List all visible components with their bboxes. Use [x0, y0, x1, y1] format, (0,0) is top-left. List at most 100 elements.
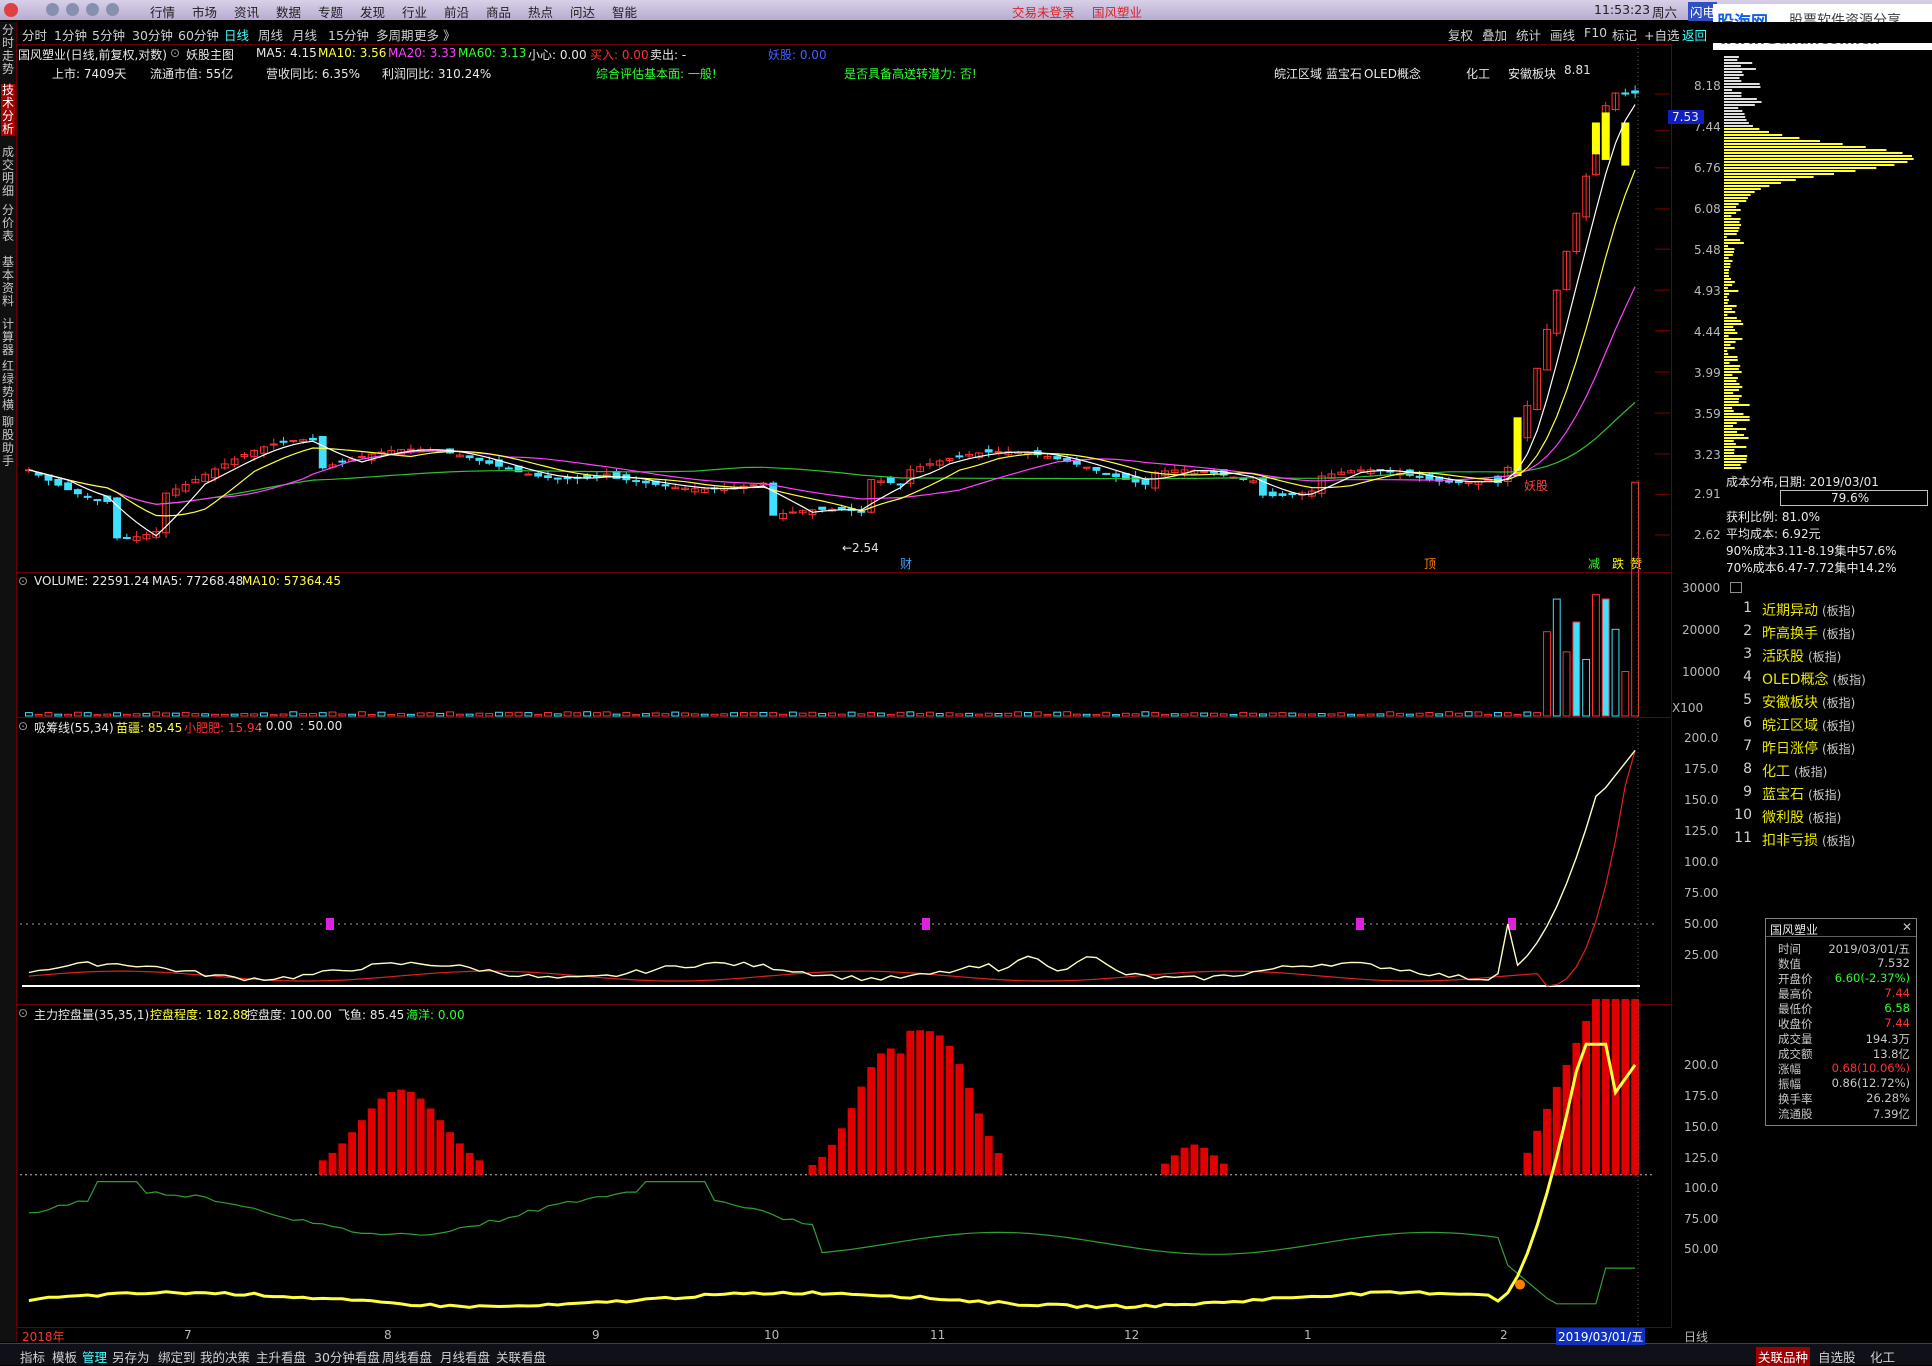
bottom-right-2[interactable]: 化工: [1870, 1347, 1895, 1366]
volume-bar: [730, 712, 738, 717]
kongpan-bar: [916, 1030, 925, 1175]
price-tick-9: 3.23: [1694, 448, 1721, 462]
sector-list: 1 近期异动 (板指) 2 昨高换手 (板指) 3 活跃股 (板指) 4 OLED概念 (板指) 5 安徽…: [1730, 600, 1930, 860]
volume-bar: [1572, 621, 1581, 717]
chip-bar: [1724, 437, 1749, 439]
close-icon[interactable]: ✕: [1902, 920, 1912, 934]
bottom-tab-8[interactable]: 周线看盘: [382, 1347, 432, 1366]
volume-bar: [220, 713, 229, 717]
chip-bar: [1724, 338, 1743, 340]
volume-bar: [1082, 713, 1091, 717]
kongpan-bar: [965, 1087, 974, 1175]
sector-name: 扣非亏损 (板指): [1762, 833, 1856, 849]
candle-body: [318, 435, 327, 469]
chip-bar: [1724, 449, 1735, 451]
chip-bar: [1724, 224, 1742, 226]
chip-bar: [1724, 176, 1814, 178]
sector-tag: (板指): [1808, 650, 1842, 664]
chip-bar: [1724, 71, 1743, 73]
volume-bar: [700, 713, 709, 717]
date-tick-0: 2018年: [22, 1330, 65, 1344]
chip-bar: [1724, 440, 1734, 442]
volume-bar: [1523, 711, 1532, 717]
volume-bar: [73, 711, 82, 717]
xichou-marker: [1356, 918, 1364, 930]
date-tick-4: 10: [764, 1328, 780, 1342]
sector-name: 化工 (板指): [1762, 764, 1828, 780]
infobox-row: 涨幅 0.68(10.06%): [1770, 1061, 1912, 1076]
volume-bar: [1200, 712, 1209, 717]
last-price: 7.53: [1672, 110, 1699, 124]
chip-bar: [1724, 74, 1744, 76]
chip-bar: [1724, 107, 1739, 109]
chip-bar: [1724, 95, 1742, 97]
price-tick-8: 3.59: [1694, 407, 1721, 421]
bottom-tab-9[interactable]: 月线看盘: [440, 1347, 490, 1366]
candle-body: [534, 472, 543, 477]
bottom-tab-4[interactable]: 绑定到: [158, 1347, 196, 1366]
xichou-marker: [326, 918, 334, 930]
chip-bar: [1724, 302, 1728, 304]
bottom-tab-1[interactable]: 模板: [52, 1347, 77, 1366]
volume-bar: [1053, 711, 1062, 717]
bottom-tab-0[interactable]: 指标: [20, 1347, 45, 1366]
candle-body: [994, 451, 1003, 454]
infobox-value: 194.3万: [1865, 1032, 1910, 1046]
kongpan-bar: [1170, 1155, 1179, 1175]
candle-body: [583, 474, 592, 478]
bottom-tab-5[interactable]: 我的决策: [200, 1347, 250, 1366]
volume-bar: [1161, 713, 1169, 717]
chip-bar: [1724, 221, 1740, 223]
bottom-tab-3[interactable]: 另存为: [112, 1347, 150, 1366]
infobox-value: 2019/03/01/五: [1828, 942, 1910, 956]
chip-70: 70%成本6.47-7.72集中14.2%: [1726, 561, 1897, 575]
volume-bar: [504, 711, 513, 717]
bottom-tab-10[interactable]: 关联看盘: [496, 1347, 546, 1366]
kongpan-bar: [1219, 1163, 1228, 1175]
infobox-key: 成交量: [1778, 1032, 1813, 1046]
last-price-tag: 7.53: [1668, 110, 1704, 124]
volume-bar: [857, 713, 866, 717]
bottom-tab-6[interactable]: 主升看盘: [256, 1347, 306, 1366]
volume-bar: [426, 712, 435, 717]
candle-body: [1053, 456, 1062, 460]
volume-bar: [1611, 628, 1620, 717]
candle-body: [1092, 467, 1101, 471]
chip-bar: [1724, 317, 1737, 319]
candle-body: [122, 536, 131, 539]
bottom-tab-7[interactable]: 30分钟看盘: [314, 1347, 380, 1366]
kongpan-bar: [886, 1048, 895, 1175]
kongpan-bar: [455, 1143, 464, 1175]
bottom-tab-2[interactable]: 管理: [82, 1347, 107, 1366]
volume-bar: [348, 713, 357, 717]
kongpan-tick-2: 150.0: [1684, 1120, 1719, 1134]
chip-bar: [1724, 323, 1744, 325]
candle-body: [749, 484, 758, 487]
candle-body: [1268, 491, 1277, 497]
kongpan-bar: [828, 1144, 836, 1175]
volume-bar: [749, 711, 758, 717]
chip-bar: [1724, 218, 1741, 220]
volume-bar: [974, 713, 983, 717]
sector-name: 昨日涨停 (板指): [1762, 741, 1856, 757]
volume-bar: [514, 711, 523, 717]
kongpan-bar: [847, 1108, 856, 1175]
infobox-row: 时间 2019/03/01/五: [1770, 941, 1912, 956]
volume-bar: [162, 712, 170, 717]
volume-bar: [847, 711, 856, 717]
chip-bar: [1724, 389, 1739, 391]
candle-body: [1072, 460, 1081, 465]
chip-bar: [1724, 104, 1755, 106]
list-toolbar-icon[interactable]: [1730, 582, 1742, 593]
bottom-right-1[interactable]: 自选股: [1818, 1347, 1856, 1366]
chip-bar: [1724, 263, 1731, 265]
volume-bar: [681, 712, 690, 717]
infobox-value: 7.39亿: [1872, 1107, 1910, 1121]
bottom-right-0[interactable]: 关联品种: [1756, 1347, 1811, 1366]
kongpan-bar: [1200, 1147, 1209, 1175]
charts-canvas[interactable]: ←2.548.81妖股财顶减跌赞: [0, 0, 1932, 1364]
kongpan-bar: [328, 1152, 337, 1175]
candle-body: [357, 455, 366, 458]
infobox-row: 流通股 7.39亿: [1770, 1106, 1912, 1121]
infobox-key: 流通股: [1778, 1107, 1813, 1121]
